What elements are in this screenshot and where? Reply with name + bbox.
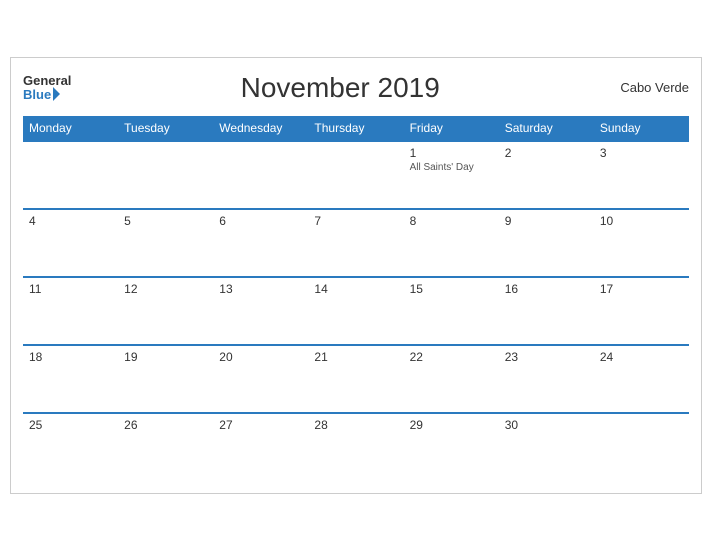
calendar-day-cell: 11 xyxy=(23,277,118,345)
calendar-day-cell xyxy=(118,141,213,209)
day-number: 24 xyxy=(600,350,683,364)
calendar-day-cell: 19 xyxy=(118,345,213,413)
day-number: 1 xyxy=(410,146,493,160)
day-number: 26 xyxy=(124,418,207,432)
weekday-header: Thursday xyxy=(308,116,403,141)
month-title: November 2019 xyxy=(71,72,609,104)
day-number: 12 xyxy=(124,282,207,296)
weekday-header: Sunday xyxy=(594,116,689,141)
calendar-day-cell: 24 xyxy=(594,345,689,413)
logo-triangle-icon xyxy=(53,87,60,101)
holiday-label: All Saints' Day xyxy=(410,162,493,173)
calendar-day-cell: 5 xyxy=(118,209,213,277)
calendar-day-cell: 28 xyxy=(308,413,403,481)
calendar-week-row: 1 All Saints' Day 23 xyxy=(23,141,689,209)
calendar-day-cell: 16 xyxy=(499,277,594,345)
calendar-week-row: 18 19 20 21 22 23 24 xyxy=(23,345,689,413)
calendar-day-cell: 8 xyxy=(404,209,499,277)
calendar-container: General Blue November 2019 Cabo Verde Mo… xyxy=(10,57,702,494)
calendar-day-cell: 15 xyxy=(404,277,499,345)
calendar-day-cell: 4 xyxy=(23,209,118,277)
calendar-day-cell: 13 xyxy=(213,277,308,345)
calendar-day-cell: 29 xyxy=(404,413,499,481)
calendar-day-cell: 30 xyxy=(499,413,594,481)
day-number: 25 xyxy=(29,418,112,432)
calendar-day-cell: 20 xyxy=(213,345,308,413)
weekday-header-row: MondayTuesdayWednesdayThursdayFridaySatu… xyxy=(23,116,689,141)
calendar-day-cell: 2 xyxy=(499,141,594,209)
day-number: 8 xyxy=(410,214,493,228)
day-number: 5 xyxy=(124,214,207,228)
calendar-table: MondayTuesdayWednesdayThursdayFridaySatu… xyxy=(23,116,689,481)
calendar-day-cell: 23 xyxy=(499,345,594,413)
calendar-day-cell: 1 All Saints' Day xyxy=(404,141,499,209)
calendar-body: 1 All Saints' Day 23 456789 10 11 12 13 14 15 16 17… xyxy=(23,141,689,481)
day-number: 20 xyxy=(219,350,302,364)
day-number: 15 xyxy=(410,282,493,296)
weekday-header: Monday xyxy=(23,116,118,141)
calendar-day-cell xyxy=(213,141,308,209)
calendar-day-cell: 21 xyxy=(308,345,403,413)
day-number: 19 xyxy=(124,350,207,364)
day-number: 21 xyxy=(314,350,397,364)
weekday-header: Friday xyxy=(404,116,499,141)
calendar-day-cell: 18 xyxy=(23,345,118,413)
calendar-day-cell: 9 xyxy=(499,209,594,277)
day-number: 11 xyxy=(29,282,112,296)
day-number: 14 xyxy=(314,282,397,296)
day-number: 17 xyxy=(600,282,683,296)
day-number: 23 xyxy=(505,350,588,364)
day-number: 30 xyxy=(505,418,588,432)
calendar-week-row: 456789 10 xyxy=(23,209,689,277)
day-number: 7 xyxy=(314,214,397,228)
day-number: 28 xyxy=(314,418,397,432)
calendar-day-cell: 6 xyxy=(213,209,308,277)
calendar-day-cell: 17 xyxy=(594,277,689,345)
calendar-day-cell: 22 xyxy=(404,345,499,413)
day-number: 9 xyxy=(505,214,588,228)
day-number: 10 xyxy=(600,214,683,228)
day-number: 3 xyxy=(600,146,683,160)
calendar-header: General Blue November 2019 Cabo Verde xyxy=(23,68,689,108)
country-label: Cabo Verde xyxy=(609,80,689,95)
day-number: 6 xyxy=(219,214,302,228)
day-number: 18 xyxy=(29,350,112,364)
calendar-day-cell: 25 xyxy=(23,413,118,481)
calendar-thead: MondayTuesdayWednesdayThursdayFridaySatu… xyxy=(23,116,689,141)
weekday-header: Tuesday xyxy=(118,116,213,141)
calendar-day-cell: 7 xyxy=(308,209,403,277)
weekday-header: Wednesday xyxy=(213,116,308,141)
calendar-day-cell xyxy=(594,413,689,481)
calendar-day-cell: 14 xyxy=(308,277,403,345)
calendar-day-cell xyxy=(23,141,118,209)
calendar-day-cell: 12 xyxy=(118,277,213,345)
logo-general-text: General xyxy=(23,74,71,87)
calendar-day-cell: 26 xyxy=(118,413,213,481)
calendar-week-row: 25 26 27 28 29 30 xyxy=(23,413,689,481)
day-number: 2 xyxy=(505,146,588,160)
calendar-day-cell: 27 xyxy=(213,413,308,481)
logo-blue-text: Blue xyxy=(23,88,51,101)
day-number: 22 xyxy=(410,350,493,364)
calendar-day-cell xyxy=(308,141,403,209)
calendar-week-row: 11 12 13 14 15 16 17 xyxy=(23,277,689,345)
day-number: 13 xyxy=(219,282,302,296)
day-number: 4 xyxy=(29,214,112,228)
weekday-header: Saturday xyxy=(499,116,594,141)
day-number: 27 xyxy=(219,418,302,432)
day-number: 29 xyxy=(410,418,493,432)
calendar-day-cell: 10 xyxy=(594,209,689,277)
day-number: 16 xyxy=(505,282,588,296)
calendar-day-cell: 3 xyxy=(594,141,689,209)
logo: General Blue xyxy=(23,74,71,101)
